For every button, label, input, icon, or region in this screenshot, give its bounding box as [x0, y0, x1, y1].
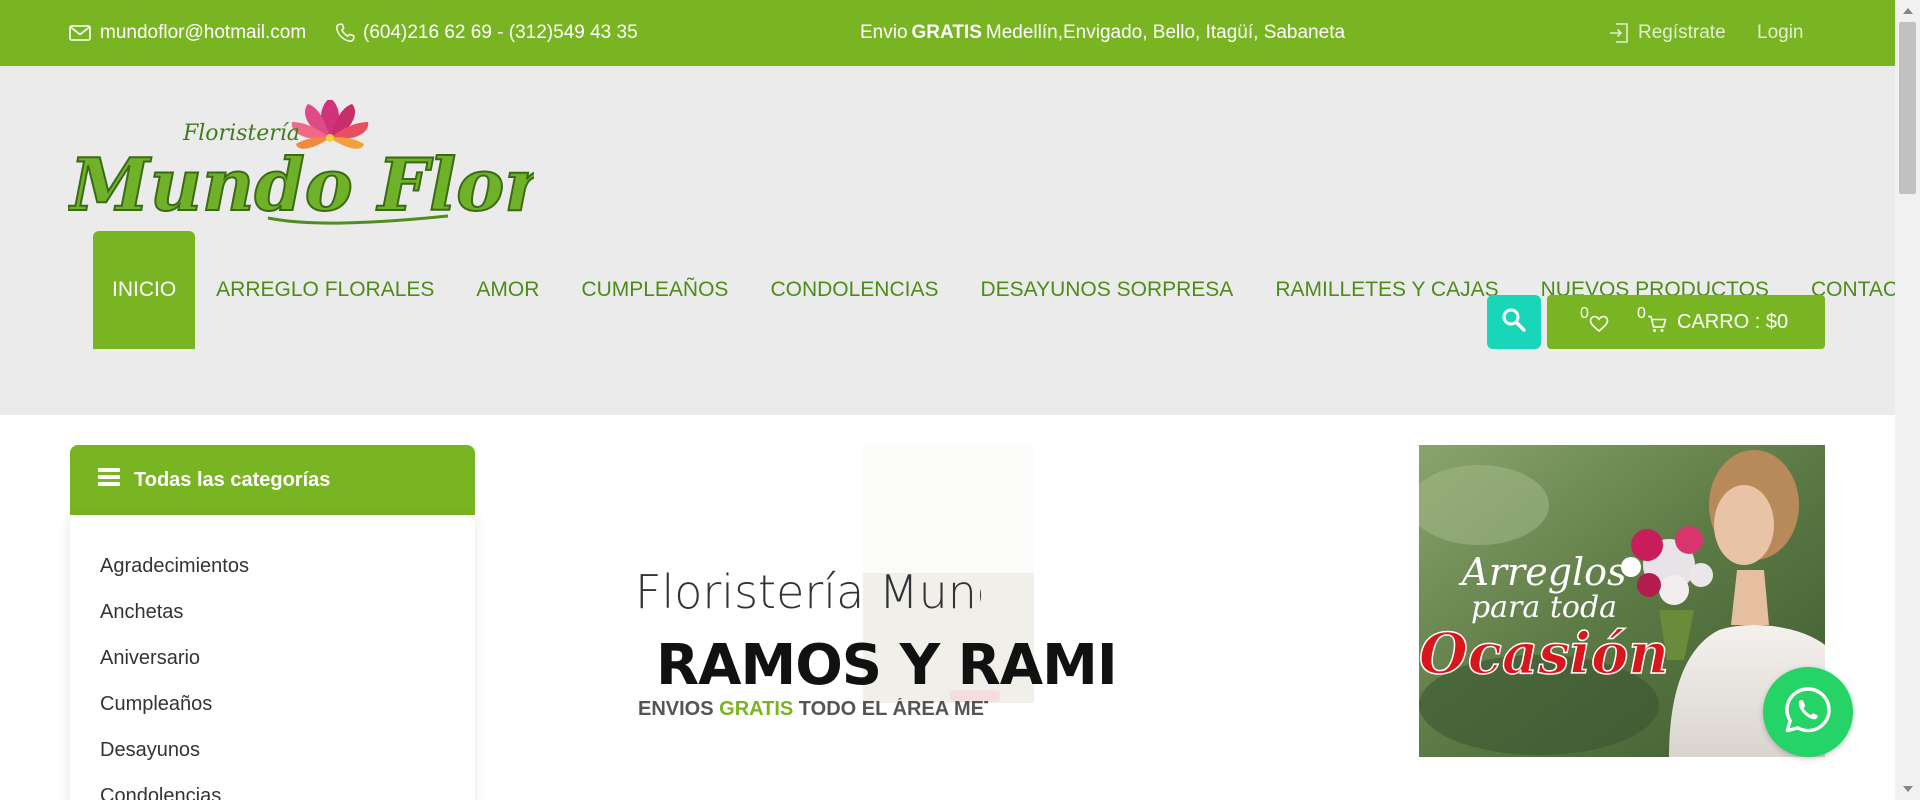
logo[interactable]: Floristería Mundo Flor	[66, 98, 548, 232]
nav-item-desayunos-sorpresa[interactable]: DESAYUNOS SORPRESA	[959, 231, 1254, 349]
hero-shipping-rest: TODO EL ÁREA MET	[798, 698, 988, 720]
heart-icon[interactable]	[1589, 315, 1609, 338]
categories-title: Todas las categorías	[134, 468, 331, 491]
register-link[interactable]: Regístrate	[1608, 0, 1726, 66]
shipping-free: GRATIS	[911, 22, 982, 43]
phone-link[interactable]: (604)216 62 69 - (312)549 43 35	[334, 0, 638, 66]
nav-item-arreglo-florales[interactable]: ARREGLO FLORALES	[195, 231, 455, 349]
hero-shipping-prefix: ENVIOS	[638, 698, 714, 720]
cart-count: 0	[1637, 305, 1646, 322]
shipping-cities: Medellín,Envigado, Bello, Itagüí, Sabane…	[985, 22, 1346, 43]
all-categories-button[interactable]: Todas las categorías	[70, 445, 475, 515]
scroll-thumb[interactable]	[1899, 22, 1916, 194]
whatsapp-icon	[1782, 684, 1834, 741]
cart-button[interactable]: 0 0 CARRO : $0	[1547, 295, 1825, 349]
category-condolencias[interactable]: Condolencias	[70, 783, 475, 800]
login-label: Login	[1757, 22, 1804, 43]
cart-label: CARRO : $0	[1677, 311, 1789, 333]
wishlist-count: 0	[1580, 305, 1589, 322]
site-header: Floristería Mundo Flor INICIO ARREGLO FL…	[0, 66, 1920, 415]
nav-item-ramilletes-y-cajas[interactable]: RAMILLETES Y CAJAS	[1254, 231, 1519, 349]
shipping-prefix: Envio	[860, 22, 908, 43]
phone-icon	[334, 22, 363, 44]
category-agradecimientos[interactable]: Agradecimientos	[70, 553, 475, 599]
nav-item-cumpleanos[interactable]: CUMPLEAÑOS	[560, 231, 749, 349]
category-aniversario[interactable]: Aniversario	[70, 645, 475, 691]
hero-title: RAMOS Y RAMIL	[656, 633, 1119, 698]
promo-line1: Arreglos	[1458, 550, 1626, 594]
scroll-down-arrow-icon[interactable]	[1895, 778, 1920, 800]
category-anchetas[interactable]: Anchetas	[70, 599, 475, 645]
mail-icon	[69, 25, 100, 41]
nav-item-amor[interactable]: AMOR	[455, 231, 560, 349]
cart-icon	[1647, 315, 1667, 338]
sign-in-icon	[1608, 21, 1638, 45]
whatsapp-button[interactable]	[1763, 667, 1853, 757]
promo-line3: Ocasión	[1419, 621, 1669, 687]
register-label: Regístrate	[1638, 22, 1726, 43]
hero-slider[interactable]: Floristería Munc RAMOS Y RAMIL ENVIOS GR…	[500, 445, 1400, 800]
category-desayunos[interactable]: Desayunos	[70, 737, 475, 783]
search-icon	[1501, 307, 1527, 338]
top-bar: mundoflor@hotmail.com (604)216 62 69 - (…	[0, 0, 1895, 66]
phone-text: (604)216 62 69 - (312)549 43 35	[363, 22, 638, 43]
promo-line2: para toda	[1471, 590, 1617, 625]
shipping-notice: Envio GRATIS Medellín,Envigado, Bello, I…	[860, 0, 1345, 66]
nav-item-condolencias[interactable]: CONDOLENCIAS	[749, 231, 959, 349]
hero-shipping-text: ENVIOS GRATIS TODO EL ÁREA MET	[638, 698, 988, 721]
scroll-up-arrow-icon[interactable]	[1895, 0, 1920, 22]
logo-main-text: Mundo Flor	[68, 142, 534, 227]
category-list: Agradecimientos Anchetas Aniversario Cum…	[70, 515, 475, 800]
hero-subtitle: Floristería Munc	[635, 565, 981, 619]
email-text: mundoflor@hotmail.com	[100, 22, 307, 43]
hero-shipping-free: GRATIS	[719, 698, 794, 720]
login-link[interactable]: Login	[1757, 0, 1804, 66]
email-link[interactable]: mundoflor@hotmail.com	[69, 0, 306, 66]
nav-item-inicio[interactable]: INICIO	[93, 231, 196, 349]
category-cumpleanos[interactable]: Cumpleaños	[70, 691, 475, 737]
search-button[interactable]	[1487, 295, 1541, 349]
menu-icon	[98, 468, 134, 492]
page-scrollbar[interactable]	[1895, 0, 1920, 800]
